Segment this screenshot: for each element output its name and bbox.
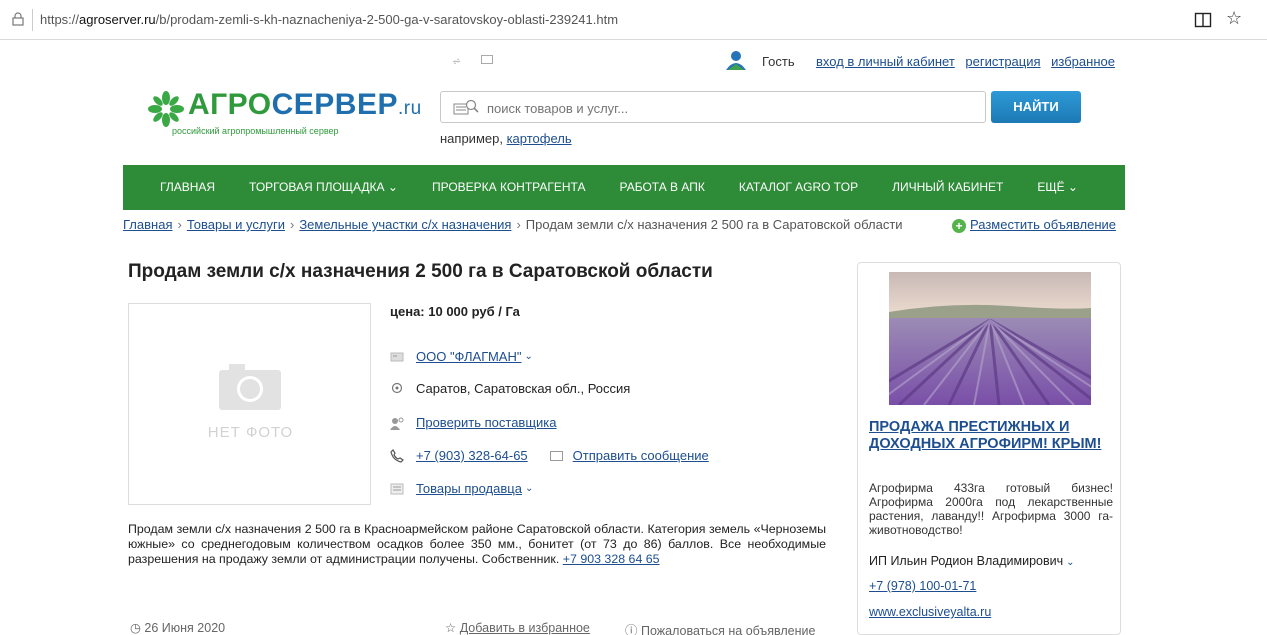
phone-row: +7 (903) 328-64-65 Отправить сообщение [390, 448, 709, 463]
search-example: например, картофель [440, 131, 572, 146]
publish-date: ◷ 26 Июня 2020 [130, 621, 226, 635]
address-separator [32, 9, 33, 31]
send-message-link[interactable]: Отправить сообщение [573, 448, 709, 463]
url-field[interactable]: https://agroserver.ru/b/prodam-zemli-s-k… [40, 12, 618, 27]
search-box[interactable] [440, 91, 986, 123]
search-catalog-icon [453, 99, 479, 115]
supplier-check-icon [390, 417, 404, 430]
add-favorite-link[interactable]: Добавить в избранное [460, 621, 590, 635]
camera-icon [219, 364, 281, 410]
complain-link[interactable]: Пожаловаться на объявление [641, 624, 815, 635]
logo-leaf-icon[interactable] [148, 91, 184, 127]
breadcrumb-category[interactable]: Земельные участки с/х назначения [299, 217, 511, 232]
company-link[interactable]: ООО "ФЛАГМАН" [416, 349, 521, 364]
ad-site-link[interactable]: www.exclusiveyalta.ru [869, 605, 991, 619]
ad-seller: ИП Ильин Родион Владимирович ⌄ [869, 554, 1075, 568]
nav-item-marketplace[interactable]: ТОРГОВАЯ ПЛОЩАДКА ⌄ [232, 165, 415, 210]
breadcrumb-current: Продам земли с/х назначения 2 500 га в С… [525, 217, 903, 232]
logo-subtitle: российский агропромышленный сервер [172, 126, 339, 136]
no-photo-label: НЕТ ФОТО [207, 424, 294, 441]
nav-item-account[interactable]: ЛИЧНЫЙ КАБИНЕТ [875, 165, 1020, 210]
location-pin-icon [391, 382, 403, 393]
check-supplier-link[interactable]: Проверить поставщика [416, 415, 557, 430]
warning-icon: ⓘ [625, 624, 638, 635]
chevron-down-icon[interactable]: ⌄ [524, 351, 532, 362]
star-icon: ☆ [445, 621, 457, 635]
location-row: Саратов, Саратовская обл., Россия [390, 381, 630, 396]
place-ad: + Разместить объявление [952, 217, 1116, 233]
site-logo[interactable]: АГРОСЕРВЕР.ru [188, 88, 422, 122]
nav-item-jobs[interactable]: РАБОТА В АПК [603, 165, 722, 210]
search-button[interactable]: НАЙТИ [991, 91, 1081, 123]
ad-text: Агрофирма 433га готовый бизнес! Агрофирм… [869, 481, 1113, 537]
breadcrumb: Главная › Товары и услуги › Земельные участк… [123, 217, 903, 232]
check-supplier-row: Проверить поставщика [390, 415, 557, 430]
register-link[interactable]: регистрация [965, 54, 1040, 69]
seller-goods-link[interactable]: Товары продавца [416, 481, 522, 496]
price: цена: 10 000 руб / Га [390, 304, 520, 319]
place-ad-link[interactable]: Разместить объявление [970, 217, 1116, 232]
sitemap-icon[interactable]: ⩫ [452, 55, 461, 68]
favorites-link[interactable]: избранное [1051, 54, 1115, 69]
plus-icon: + [952, 219, 966, 233]
clock-icon: ◷ [130, 621, 141, 635]
guest-label: Гость [762, 54, 795, 69]
login-link[interactable]: вход в личный кабинет [816, 54, 955, 69]
location-text: Саратов, Саратовская обл., Россия [416, 381, 631, 396]
top-links: вход в личный кабинет регистрация избран… [816, 54, 1122, 69]
chevron-down-icon[interactable]: ⌄ [525, 483, 533, 494]
phone-icon [390, 448, 404, 463]
ad-site: www.exclusiveyalta.ru [869, 605, 991, 619]
nav-item-more[interactable]: ЕЩЁ ⌄ [1020, 165, 1095, 210]
complain: ⓘ Пожаловаться на объявление [625, 620, 815, 635]
goods-list-icon [390, 483, 404, 494]
page-title: Продам земли с/х назначения 2 500 га в С… [128, 261, 713, 282]
phone-link[interactable]: +7 (903) 328-64-65 [416, 448, 528, 463]
ad-phone-link[interactable]: +7 (978) 100-01-71 [869, 579, 976, 593]
ad-phone: +7 (978) 100-01-71 [869, 579, 976, 593]
lock-icon [12, 12, 24, 26]
breadcrumb-home[interactable]: Главная [123, 217, 172, 232]
bookmark-star-icon[interactable]: ☆ [1226, 8, 1242, 29]
ad-block: ПРОДАЖА ПРЕСТИЖНЫХ И ДОХОДНЫХ АГРОФИРМ! … [857, 262, 1121, 635]
mail-icon[interactable] [481, 55, 493, 64]
browser-address-bar: https://agroserver.ru/b/prodam-zemli-s-k… [0, 0, 1267, 40]
nav-item-home[interactable]: ГЛАВНАЯ [123, 165, 232, 210]
add-favorite: ☆ Добавить в избранное [445, 620, 590, 635]
company-row: ООО "ФЛАГМАН" ⌄ [390, 349, 533, 364]
photo-placeholder: НЕТ ФОТО [128, 303, 371, 505]
search-input[interactable] [487, 98, 967, 118]
listing-description: Продам земли с/х назначения 2 500 га в К… [128, 522, 826, 566]
chevron-down-icon[interactable]: ⌄ [1066, 557, 1074, 568]
ad-title-link[interactable]: ПРОДАЖА ПРЕСТИЖНЫХ И ДОХОДНЫХ АГРОФИРМ! … [869, 419, 1114, 453]
description-phone-link[interactable]: +7 903 328 64 65 [563, 552, 660, 566]
example-link[interactable]: картофель [507, 131, 572, 146]
main-nav: ГЛАВНАЯ ТОРГОВАЯ ПЛОЩАДКА ⌄ ПРОВЕРКА КОН… [123, 165, 1125, 210]
reader-view-icon[interactable] [1194, 11, 1212, 29]
breadcrumb-goods[interactable]: Товары и услуги [187, 217, 285, 232]
user-icon [726, 51, 746, 70]
seller-goods-row: Товары продавца ⌄ [390, 481, 533, 496]
envelope-icon [549, 450, 563, 461]
nav-item-counterparty-check[interactable]: ПРОВЕРКА КОНТРАГЕНТА [415, 165, 603, 210]
nav-item-agro-top[interactable]: КАТАЛОГ AGRO TOP [722, 165, 875, 210]
lavender-field-image[interactable] [889, 272, 1091, 405]
company-card-icon [390, 352, 404, 361]
